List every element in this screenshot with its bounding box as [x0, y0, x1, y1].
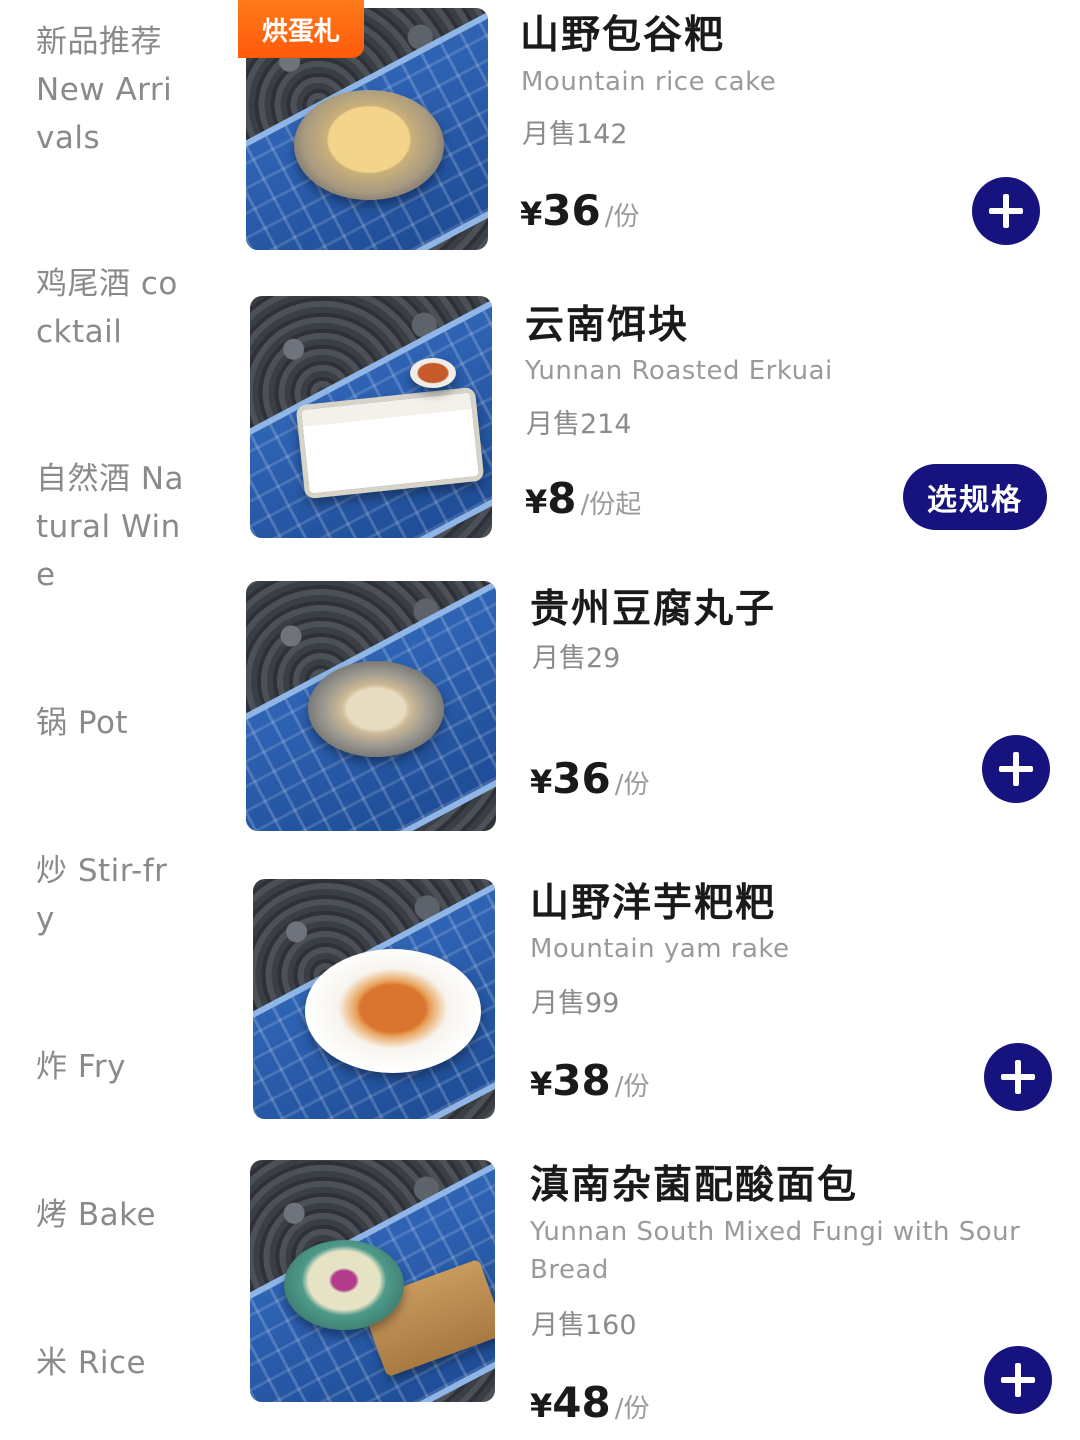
dish-photo [253, 879, 495, 1119]
price-value: 38 [552, 1056, 611, 1105]
price-value: 8 [547, 474, 577, 523]
price-value: 36 [552, 754, 611, 803]
dish-english-name: Mountain rice cake [521, 67, 777, 97]
add-to-cart-button[interactable] [984, 1346, 1052, 1414]
sidebar-item-bake[interactable]: 烤 Bake [36, 1191, 186, 1239]
currency-symbol: ¥ [520, 195, 543, 233]
sidebar-item-natural-wine[interactable]: 自然酒 Natural Wine [36, 455, 186, 599]
select-spec-button[interactable]: 选规格 [903, 464, 1047, 530]
add-to-cart-button[interactable] [972, 177, 1040, 245]
price-value: 36 [542, 186, 601, 235]
monthly-sales: 月售29 [532, 643, 621, 674]
sidebar-item-rice[interactable]: 米 Rice [36, 1339, 186, 1387]
monthly-sales: 月售160 [531, 1310, 637, 1341]
currency-symbol: ¥ [530, 1065, 553, 1103]
dish-name: 贵州豆腐丸子 [530, 587, 777, 632]
dish-name: 滇南杂菌配酸面包 [530, 1163, 859, 1208]
sidebar-item-cocktail[interactable]: 鸡尾酒 cocktail [36, 260, 186, 356]
dish-name: 云南饵块 [525, 303, 690, 348]
sidebar-item-pot[interactable]: 锅 Pot [36, 699, 186, 747]
monthly-sales: 月售99 [531, 988, 620, 1019]
monthly-sales: 月售142 [522, 119, 628, 150]
sidebar-item-stir-fry[interactable]: 炒 Stir-fry [36, 847, 186, 943]
add-to-cart-button[interactable] [982, 735, 1050, 803]
price-unit: /份 [614, 1394, 650, 1424]
price-unit: /份 [614, 770, 650, 800]
add-to-cart-button[interactable] [984, 1043, 1052, 1111]
currency-symbol: ¥ [530, 1387, 553, 1425]
price-value: 48 [552, 1378, 611, 1427]
promo-badge: 烘蛋札 [238, 0, 364, 58]
dish-price: ¥8/份起 [525, 474, 641, 523]
dish-photo [246, 581, 496, 831]
price-unit: /份起 [580, 490, 642, 520]
dish-photo [250, 296, 492, 538]
sidebar-item-fry[interactable]: 炸 Fry [36, 1043, 186, 1091]
currency-symbol: ¥ [530, 763, 553, 801]
dish-price: ¥36/份 [520, 186, 639, 235]
price-unit: /份 [604, 202, 640, 232]
dish-name: 山野洋芋粑粑 [530, 881, 777, 926]
dish-price: ¥48/份 [530, 1378, 649, 1427]
dish-name: 山野包谷粑 [520, 13, 726, 58]
dish-english-name: Yunnan Roasted Erkuai [525, 356, 833, 386]
sidebar-item-new-arrivals[interactable]: 新品推荐 New Arrivals [36, 18, 186, 162]
price-unit: /份 [614, 1072, 650, 1102]
monthly-sales: 月售214 [526, 409, 632, 440]
dish-english-name: Mountain yam rake [530, 934, 790, 964]
currency-symbol: ¥ [525, 483, 548, 521]
dish-price: ¥36/份 [530, 754, 649, 803]
category-sidebar: 新品推荐 New Arrivals 鸡尾酒 cocktail 自然酒 Natur… [0, 0, 215, 1440]
dish-english-name: Yunnan South Mixed Fungi with Sour Bread [530, 1217, 1021, 1285]
dish-price: ¥38/份 [530, 1056, 649, 1105]
dish-photo [250, 1160, 495, 1402]
